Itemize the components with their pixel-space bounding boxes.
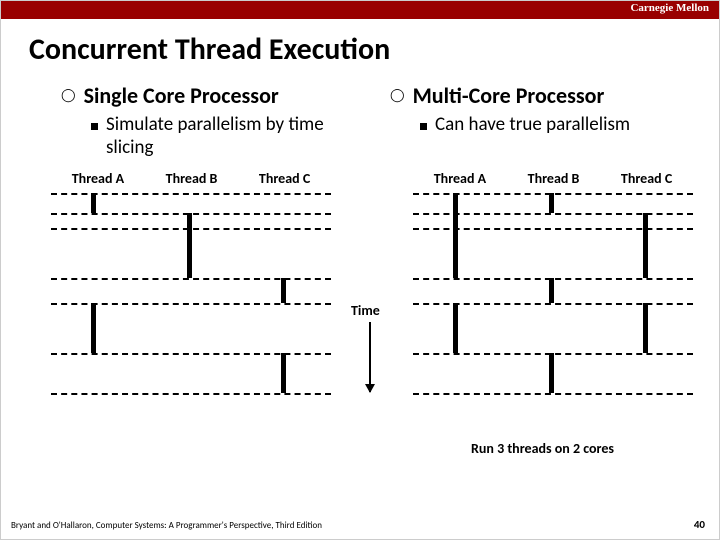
multi-core-panel: Thread A Thread B Thread C bbox=[413, 170, 693, 433]
brand-label: Carnegie Mellon bbox=[630, 2, 709, 14]
left-bullet: ◯ Single Core Processor bbox=[61, 82, 370, 110]
thread-segment bbox=[281, 278, 286, 303]
right-sub-bullet: Can have true parallelism bbox=[420, 114, 699, 137]
thread-segment bbox=[91, 193, 96, 213]
time-slice-line bbox=[51, 353, 331, 355]
left-heading: Single Core Processor bbox=[84, 82, 279, 109]
bullet-icon: ◯ bbox=[390, 82, 405, 110]
thread-segment bbox=[91, 303, 96, 353]
thread-c-label: Thread C bbox=[621, 170, 672, 187]
thread-c-label: Thread C bbox=[259, 170, 310, 187]
thread-segment bbox=[643, 213, 648, 278]
right-column: ◯ Multi-Core Processor Can have true par… bbox=[390, 82, 699, 160]
single-core-panel: Thread A Thread B Thread C bbox=[51, 170, 331, 433]
thread-segment bbox=[643, 303, 648, 353]
thread-segment bbox=[187, 228, 192, 278]
header-bar: Carnegie Mellon bbox=[1, 1, 719, 19]
diagram-area: Time Thread A Thread B Thread C Thread A… bbox=[1, 170, 719, 460]
time-slice-line bbox=[51, 278, 331, 280]
square-icon bbox=[91, 123, 98, 130]
thread-segment bbox=[453, 303, 458, 353]
thread-headers-right: Thread A Thread B Thread C bbox=[413, 170, 693, 187]
time-slice-line bbox=[51, 393, 331, 395]
time-label: Time bbox=[351, 302, 380, 319]
left-column: ◯ Single Core Processor Simulate paralle… bbox=[61, 82, 370, 160]
right-bullet: ◯ Multi-Core Processor bbox=[390, 82, 699, 110]
thread-b-label: Thread B bbox=[166, 170, 218, 187]
content-columns: ◯ Single Core Processor Simulate paralle… bbox=[1, 82, 719, 160]
square-icon bbox=[420, 123, 427, 130]
thread-segment bbox=[549, 193, 554, 213]
timeline-left bbox=[51, 193, 331, 433]
thread-segment bbox=[549, 278, 554, 303]
thread-segment bbox=[187, 213, 192, 228]
right-sub-text: Can have true parallelism bbox=[435, 114, 630, 137]
timeline-right bbox=[413, 193, 693, 433]
slide: Carnegie Mellon Concurrent Thread Execut… bbox=[0, 0, 720, 540]
right-caption: Run 3 threads on 2 cores bbox=[471, 440, 614, 457]
right-heading: Multi-Core Processor bbox=[413, 82, 605, 109]
thread-segment bbox=[281, 353, 286, 393]
thread-a-label: Thread A bbox=[72, 170, 124, 187]
slide-title: Concurrent Thread Execution bbox=[29, 31, 719, 68]
time-arrow-icon bbox=[369, 322, 371, 392]
time-slice-line bbox=[413, 393, 693, 395]
footer-citation: Bryant and O'Hallaron, Computer Systems:… bbox=[11, 520, 322, 531]
left-sub-bullet: Simulate parallelism by time slicing bbox=[91, 114, 370, 160]
thread-segment bbox=[453, 193, 458, 278]
page-number: 40 bbox=[694, 518, 705, 531]
thread-a-label: Thread A bbox=[434, 170, 486, 187]
left-sub-text: Simulate parallelism by time slicing bbox=[106, 114, 370, 160]
bullet-icon: ◯ bbox=[61, 82, 76, 110]
thread-b-label: Thread B bbox=[528, 170, 580, 187]
thread-segment bbox=[549, 353, 554, 393]
thread-headers-left: Thread A Thread B Thread C bbox=[51, 170, 331, 187]
